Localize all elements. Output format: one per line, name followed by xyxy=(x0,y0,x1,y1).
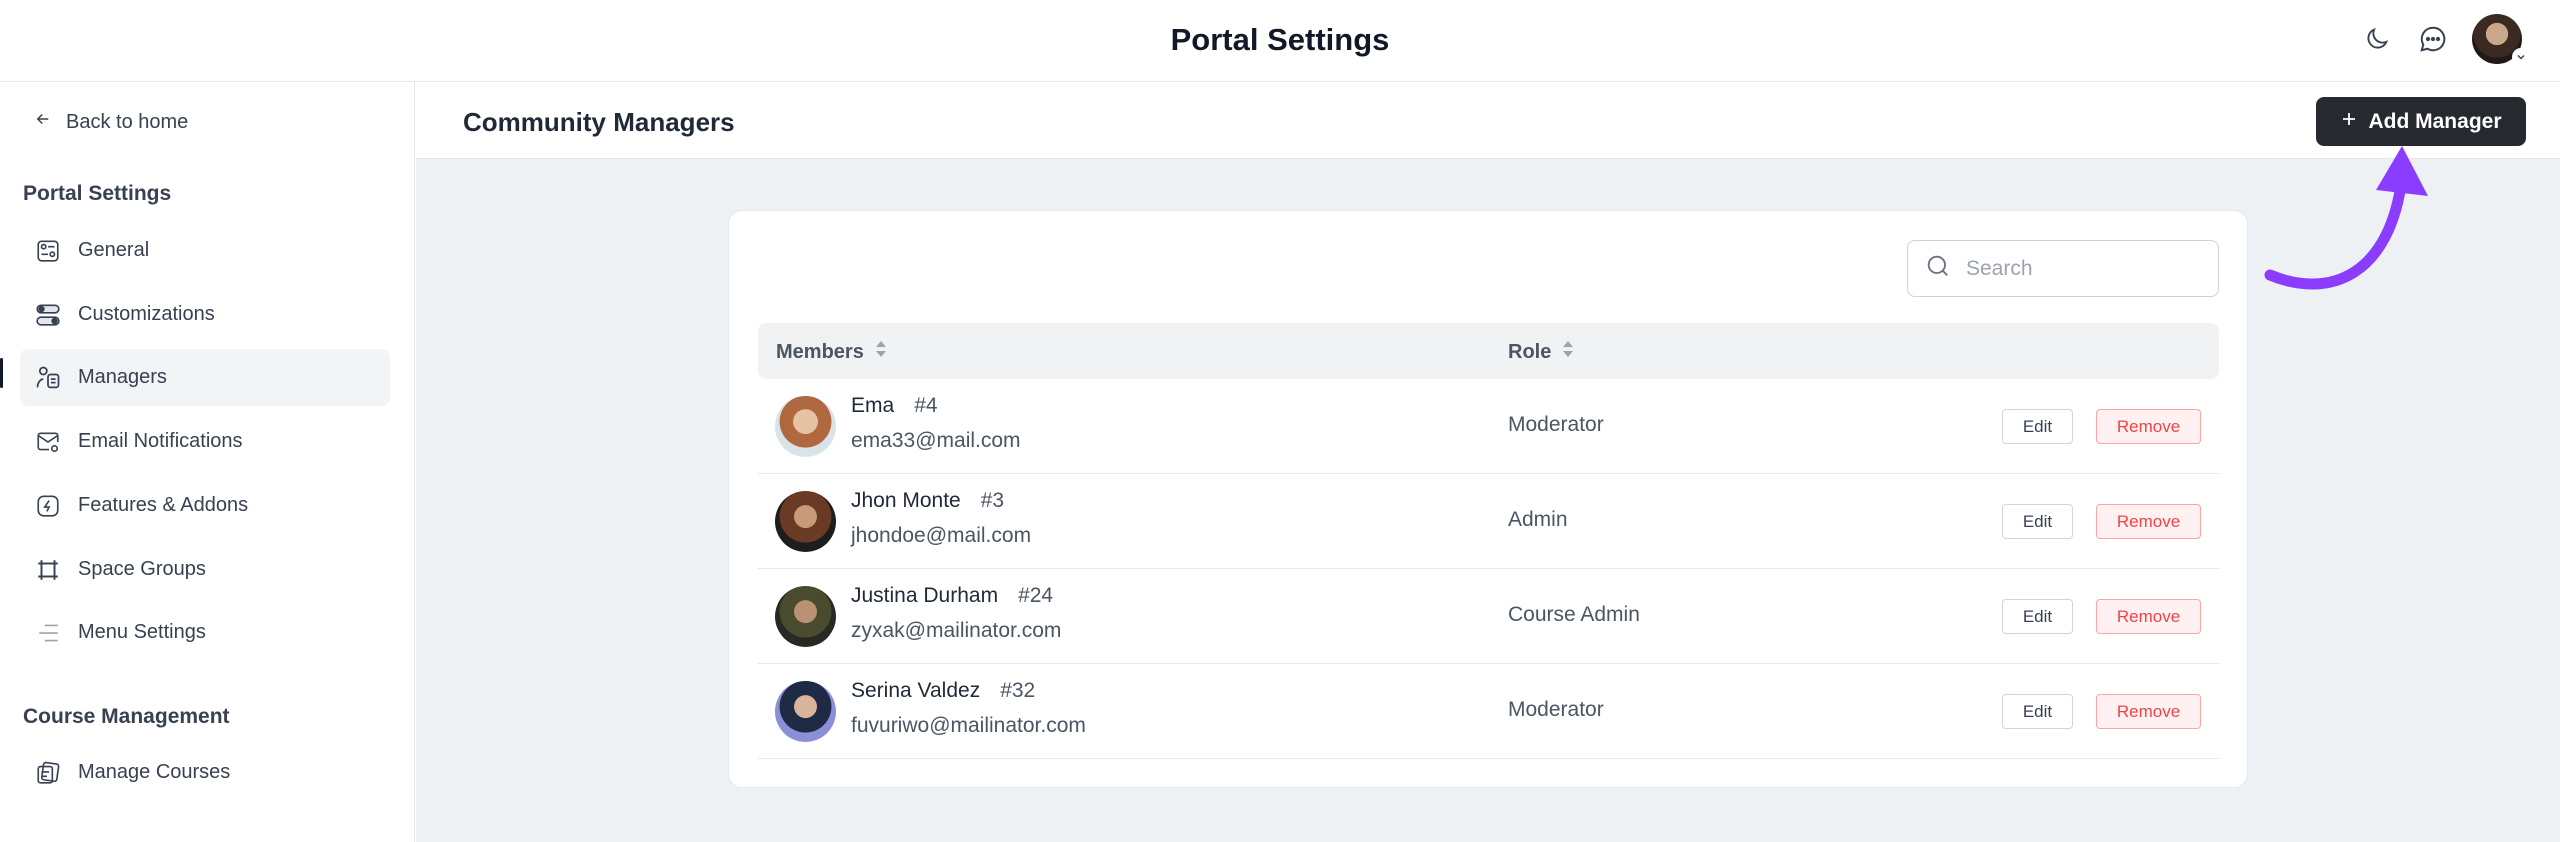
moon-icon[interactable] xyxy=(2360,22,2394,56)
sidebar-item-label: Space Groups xyxy=(78,558,206,580)
edit-button[interactable]: Edit xyxy=(2002,694,2073,729)
sidebar-item-label: Manage Courses xyxy=(78,761,231,783)
sort-icon xyxy=(1561,339,1575,365)
chevron-down-icon xyxy=(2512,48,2530,66)
header-actions xyxy=(2360,14,2530,66)
member-email: jhondoe@mail.com xyxy=(851,524,1032,547)
search-placeholder: Search xyxy=(1966,256,2033,280)
edit-button[interactable]: Edit xyxy=(2002,599,2073,634)
search-input[interactable]: Search xyxy=(1907,240,2219,297)
active-indicator xyxy=(0,358,3,388)
sidebar-item-label: General xyxy=(78,239,150,261)
sidebar-item-customizations[interactable]: Customizations xyxy=(20,286,390,343)
sort-icon xyxy=(874,339,888,365)
sidebar-item-space-groups[interactable]: Space Groups xyxy=(20,541,390,598)
remove-button[interactable]: Remove xyxy=(2096,599,2201,634)
page-title: Community Managers xyxy=(463,107,735,137)
sidebar-item-label: Features & Addons xyxy=(78,494,249,516)
toggle-icon xyxy=(34,301,62,329)
user-avatar[interactable] xyxy=(2472,14,2530,66)
sidebar-item-manage-courses[interactable]: Manage Courses xyxy=(20,744,390,801)
remove-button[interactable]: Remove xyxy=(2096,504,2201,539)
section-title-course-management: Course Management xyxy=(23,705,230,728)
column-label-members: Members xyxy=(776,340,864,363)
sidebar-item-email-notifications[interactable]: Email Notifications xyxy=(20,413,390,470)
arrow-left-icon xyxy=(34,110,52,134)
member-role: Admin xyxy=(1508,508,1568,531)
avatar xyxy=(775,681,836,742)
sidebar-item-label: Menu Settings xyxy=(78,621,206,643)
feature-icon xyxy=(34,492,62,520)
sidebar-item-label: Email Notifications xyxy=(78,430,243,452)
avatar xyxy=(775,586,836,647)
main-header: Community Managers Add Manager xyxy=(416,82,2560,159)
member-name: Ema #4 xyxy=(851,394,938,418)
member-email: fuvuriwo@mailinator.com xyxy=(851,714,1086,737)
member-role: Moderator xyxy=(1508,698,1604,721)
search-icon xyxy=(1924,252,1952,286)
member-name: Justina Durham #24 xyxy=(851,584,1053,608)
table-row: Ema #4 ema33@mail.com Moderator Edit Rem… xyxy=(758,379,2219,474)
table-row: Justina Durham #24 zyxak@mailinator.com … xyxy=(758,569,2219,664)
chat-icon[interactable] xyxy=(2416,22,2450,56)
edit-button[interactable]: Edit xyxy=(2002,409,2073,444)
sliders-icon xyxy=(34,237,62,265)
column-header-role[interactable]: Role xyxy=(1508,339,1575,365)
section-title-portal-settings: Portal Settings xyxy=(23,182,172,205)
table-row: Jhon Monte #3 jhondoe@mail.com Admin Edi… xyxy=(758,474,2219,569)
member-id: #24 xyxy=(1018,584,1054,607)
column-header-members[interactable]: Members xyxy=(776,339,888,365)
add-manager-label: Add Manager xyxy=(2368,109,2502,133)
frame-icon xyxy=(34,556,62,584)
member-id: #3 xyxy=(980,489,1005,512)
member-role: Moderator xyxy=(1508,413,1604,436)
member-name: Jhon Monte #3 xyxy=(851,489,1004,513)
member-name-text: Jhon Monte xyxy=(851,489,961,512)
member-id: #32 xyxy=(1000,679,1036,702)
remove-button[interactable]: Remove xyxy=(2096,694,2201,729)
add-manager-button[interactable]: Add Manager xyxy=(2316,97,2526,146)
sidebar-item-label: Customizations xyxy=(78,303,215,325)
member-name-text: Serina Valdez xyxy=(851,679,981,702)
sidebar-item-general[interactable]: General xyxy=(20,222,390,279)
sidebar: Back to home Portal Settings General Cus… xyxy=(0,82,415,842)
table-row: Serina Valdez #32 fuvuriwo@mailinator.co… xyxy=(758,664,2219,759)
edit-button[interactable]: Edit xyxy=(2002,504,2073,539)
member-role: Course Admin xyxy=(1508,603,1640,626)
sidebar-item-label: Managers xyxy=(78,366,167,388)
mail-settings-icon xyxy=(34,428,62,456)
courses-icon xyxy=(34,759,62,787)
managers-icon xyxy=(34,364,62,392)
table-header: Members Role xyxy=(758,323,2219,379)
member-id: #4 xyxy=(914,394,938,417)
sidebar-item-features-addons[interactable]: Features & Addons xyxy=(20,477,390,534)
remove-button[interactable]: Remove xyxy=(2096,409,2201,444)
avatar xyxy=(775,491,836,552)
page-header-title: Portal Settings xyxy=(1170,22,1390,57)
back-to-home-link[interactable]: Back to home xyxy=(34,110,188,134)
avatar xyxy=(775,396,836,457)
annotation-arrow-icon xyxy=(2264,146,2428,290)
member-name-text: Ema xyxy=(851,394,895,417)
menu-lines-icon xyxy=(34,619,62,647)
top-header: Portal Settings xyxy=(0,0,2560,82)
back-to-home-label: Back to home xyxy=(66,110,189,133)
member-email: zyxak@mailinator.com xyxy=(851,619,1062,642)
member-name-text: Justina Durham xyxy=(851,584,999,607)
sidebar-item-managers[interactable]: Managers xyxy=(20,349,390,406)
sidebar-item-menu-settings[interactable]: Menu Settings xyxy=(20,604,390,661)
column-label-role: Role xyxy=(1508,340,1552,363)
member-name: Serina Valdez #32 xyxy=(851,679,1035,703)
plus-icon xyxy=(2340,110,2358,134)
member-email: ema33@mail.com xyxy=(851,429,1021,452)
